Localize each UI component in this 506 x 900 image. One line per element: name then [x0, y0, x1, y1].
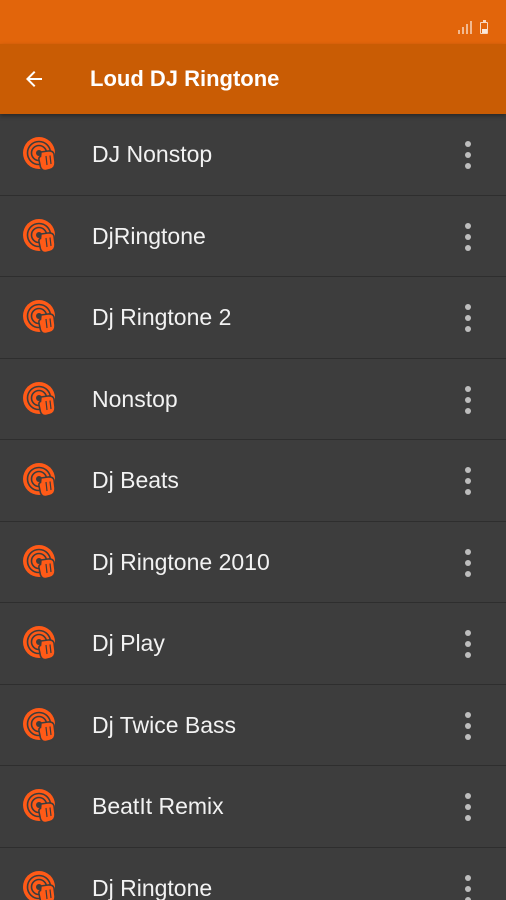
more-vert-icon[interactable] — [454, 222, 482, 252]
dj-turntable-icon — [22, 788, 56, 824]
list-item-title: Dj Ringtone 2 — [92, 304, 232, 330]
arrow-back-icon — [26, 71, 42, 87]
app-bar: Loud DJ Ringtone — [0, 44, 506, 114]
dj-turntable-icon — [22, 299, 56, 335]
more-vert-icon[interactable] — [454, 140, 482, 170]
dj-turntable-icon — [22, 625, 56, 661]
list-item-title: BeatIt Remix — [92, 793, 224, 819]
list-item[interactable]: Dj Ringtone 2 — [0, 277, 506, 359]
list-item-title: Nonstop — [92, 385, 178, 412]
list-item-title: Dj Ringtone — [92, 874, 213, 900]
ringtone-list: DJ Nonstop DjRingtone Dj Ringtone 2 Nons… — [0, 114, 506, 900]
dj-turntable-icon — [22, 462, 56, 498]
dj-turntable-icon — [22, 869, 56, 900]
list-item-title: DJ Nonstop — [92, 141, 213, 167]
list-item[interactable]: Dj Twice Bass — [0, 685, 506, 766]
list-item[interactable]: Dj Play — [0, 603, 506, 685]
list-item[interactable]: Dj Beats — [0, 440, 506, 522]
dj-turntable-icon — [22, 217, 56, 253]
list-item-title: Dj Play — [92, 630, 165, 656]
dj-turntable-icon — [22, 136, 56, 172]
more-vert-icon[interactable] — [454, 874, 482, 900]
battery-icon — [480, 20, 488, 34]
status-icons — [458, 20, 488, 34]
more-vert-icon[interactable] — [454, 466, 482, 496]
dj-turntable-icon — [22, 543, 56, 579]
list-item[interactable]: BeatIt Remix — [0, 766, 506, 848]
more-vert-icon[interactable] — [454, 303, 482, 333]
more-vert-icon[interactable] — [454, 792, 482, 822]
list-item-title: Dj Ringtone 2010 — [92, 548, 270, 575]
list-item[interactable]: Dj Ringtone — [0, 848, 506, 900]
more-vert-icon[interactable] — [454, 711, 482, 741]
status-bar — [0, 0, 506, 44]
dj-turntable-icon — [22, 380, 56, 416]
list-item-title: Dj Twice Bass — [92, 711, 237, 738]
dj-turntable-icon — [22, 706, 56, 742]
page-title: Loud DJ Ringtone — [90, 66, 280, 91]
back-button[interactable] — [14, 59, 54, 99]
more-vert-icon[interactable] — [454, 385, 482, 415]
list-item[interactable]: Nonstop — [0, 359, 506, 440]
list-item[interactable]: Dj Ringtone 2010 — [0, 522, 506, 603]
list-item-title: DjRingtone — [92, 222, 206, 249]
signal-icon — [458, 20, 472, 34]
list-item[interactable]: DjRingtone — [0, 196, 506, 277]
list-item-title: Dj Beats — [92, 467, 179, 493]
more-vert-icon[interactable] — [454, 629, 482, 659]
list-item[interactable]: DJ Nonstop — [0, 114, 506, 196]
more-vert-icon[interactable] — [454, 548, 482, 578]
